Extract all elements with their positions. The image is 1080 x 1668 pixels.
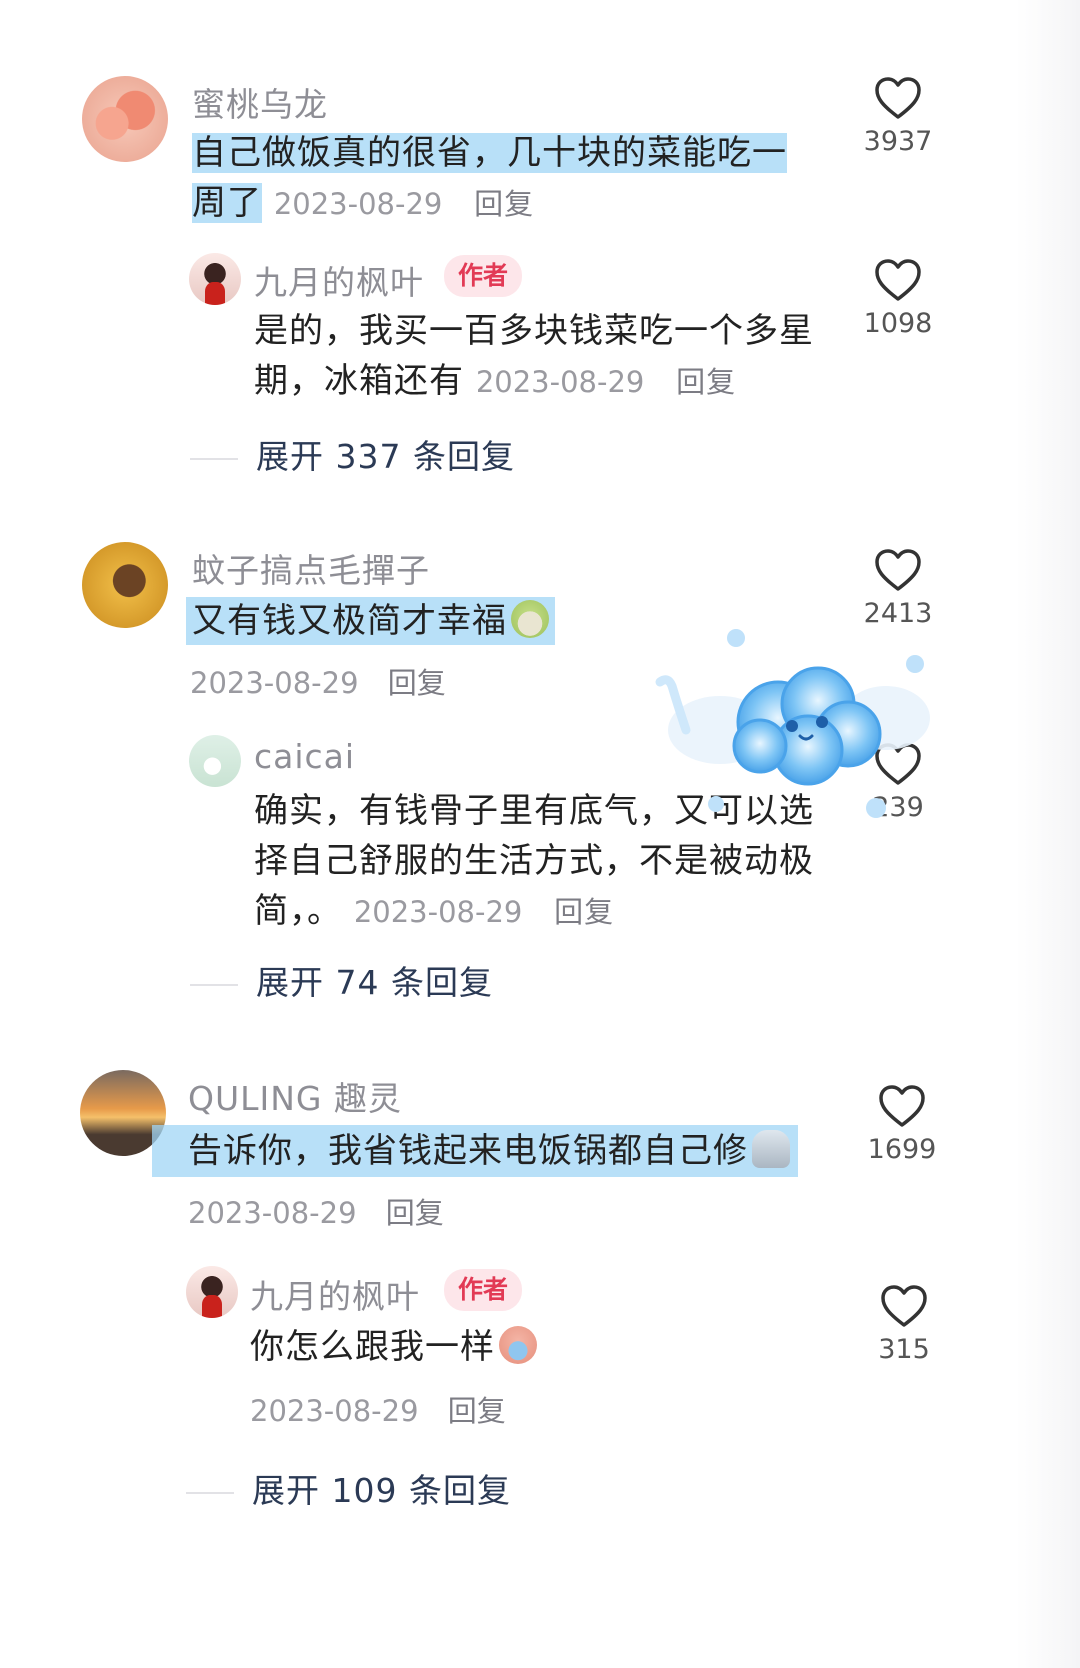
like-count: 3937 [863,126,933,157]
expand-replies-label: 展开 74 条回复 [256,963,493,1002]
divider [190,457,238,460]
author-badge: 作者 [444,255,523,297]
like-button[interactable]: 1098 [853,258,943,339]
reply-text: 你怎么跟我一样 [250,1322,840,1372]
like-count: 1699 [867,1134,937,1165]
comment-text-line: 告诉你，我省钱起来电饭锅都自己修 [152,1125,798,1177]
pear-face-emoji-icon [511,600,549,638]
like-button[interactable]: 2413 [853,548,943,629]
right-edge-shade [1016,0,1080,1668]
comment-text: 自己做饭真的很省，几十块的菜能吃一 周了 2023-08-29 回复 [192,128,832,229]
heart-icon [875,77,921,119]
heart-icon [875,259,921,301]
like-button[interactable]: 3937 [853,76,943,157]
avatar[interactable] [186,1266,238,1318]
author-badge: 作者 [444,1269,523,1311]
expand-replies-button[interactable]: 展开 109 条回复 [186,1464,511,1512]
reply-username[interactable]: caicai [254,737,355,776]
comment-username[interactable]: 蜜桃乌龙 [192,78,328,126]
blue-cloud-sticker-icon [655,629,930,818]
reply-button[interactable]: 回复 [448,1394,506,1428]
avatar[interactable] [189,735,241,787]
reply-date: 2023-08-29 [353,895,523,929]
divider [190,983,238,986]
heart-icon [879,1085,925,1127]
comment-text-line: 自己做饭真的很省，几十块的菜能吃一 [192,133,787,173]
comment-meta: 2023-08-29 回复 [188,1190,444,1232]
reply-date: 2023-08-29 [250,1394,419,1428]
reply-text-line: 简，。 [254,891,342,931]
avatar[interactable] [82,542,168,628]
divider [186,1491,234,1494]
expand-replies-button[interactable]: 展开 337 条回复 [190,430,515,478]
reply-username[interactable]: 九月的枫叶 [250,1270,420,1318]
reply-text-line: 择自己舒服的生活方式，不是被动极 [254,841,814,881]
expand-replies-label: 展开 337 条回复 [256,437,515,476]
like-button[interactable]: 315 [859,1284,949,1365]
reply-username[interactable]: 九月的枫叶 [254,256,424,304]
reply-date: 2023-08-29 [475,365,645,399]
reply-text: 是的，我买一百多块钱菜吃一个多星 期，冰箱还有 2023-08-29 回复 [254,306,844,407]
expand-replies-label: 展开 109 条回复 [252,1471,511,1510]
comment-date: 2023-08-29 [188,1196,357,1230]
avatar[interactable] [82,76,168,162]
comment-text-content: 又有钱又极简才幸福 [192,601,507,641]
heart-icon [881,1285,927,1327]
crying-pig-emoji-icon [499,1326,537,1364]
comment-date: 2023-08-29 [190,666,359,700]
heart-icon [875,549,921,591]
expand-replies-button[interactable]: 展开 74 条回复 [190,956,493,1004]
reply-text-line: 是的，我买一百多块钱菜吃一个多星 [254,311,814,351]
reply-button[interactable]: 回复 [554,895,614,929]
comment-text-line: 又有钱又极简才幸福 [186,597,555,645]
comment-username[interactable]: 蚊子搞点毛撣子 [192,544,430,592]
like-button[interactable]: 1699 [857,1084,947,1165]
reply-meta: 2023-08-29 回复 [250,1388,506,1430]
like-count: 1098 [863,308,933,339]
comment-username[interactable]: QULING 趣灵 [188,1072,402,1120]
reply-button[interactable]: 回复 [676,365,736,399]
comment-text-content: 告诉你，我省钱起来电饭锅都自己修 [188,1131,748,1171]
reply-text-content: 你怎么跟我一样 [250,1327,495,1367]
like-count: 315 [878,1334,930,1365]
comment-text-line: 周了 [192,183,262,223]
comment-date: 2023-08-29 [273,187,443,221]
comment-text: 告诉你，我省钱起来电饭锅都自己修 [152,1125,812,1177]
reply-text-line: 期，冰箱还有 [254,361,464,401]
avatar[interactable] [189,253,241,305]
comment-section: 蜜桃乌龙 自己做饭真的很省，几十块的菜能吃一 周了 2023-08-29 回复 … [0,0,1080,1668]
ghost-emoji-icon [752,1130,790,1168]
comment-meta: 2023-08-29 回复 [190,660,446,702]
reply-button[interactable]: 回复 [388,666,446,700]
reply-button[interactable]: 回复 [474,187,534,221]
reply-button[interactable]: 回复 [386,1196,444,1230]
